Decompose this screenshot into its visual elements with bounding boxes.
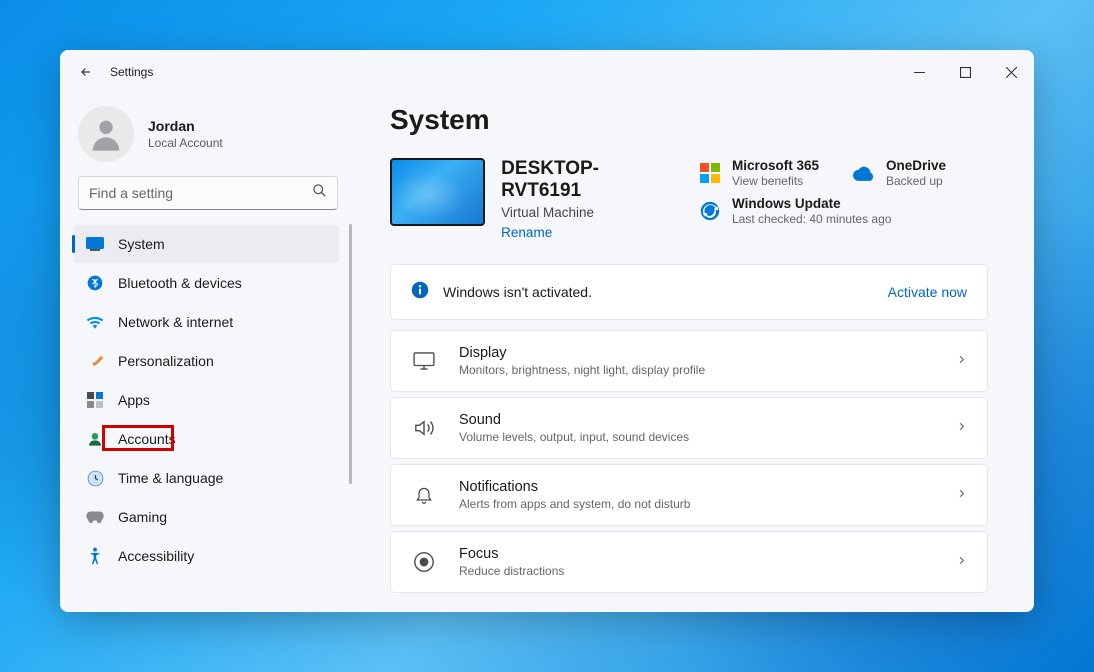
clock-icon (86, 469, 104, 487)
device-type: Virtual Machine (501, 205, 670, 220)
page-title: System (390, 104, 988, 136)
sidebar-item-accounts[interactable]: Accounts (74, 420, 339, 458)
accessibility-icon (86, 547, 104, 565)
nav-label: System (118, 236, 165, 252)
nav-label: Time & language (118, 470, 223, 486)
setting-display[interactable]: Display Monitors, brightness, night light… (390, 330, 988, 392)
tile-sub: Backed up (886, 174, 946, 188)
sound-icon (411, 415, 437, 441)
nav-label: Accounts (118, 431, 176, 447)
gamepad-icon (86, 508, 104, 526)
setting-sub: Reduce distractions (459, 564, 956, 578)
sidebar-item-time[interactable]: Time & language (74, 459, 339, 497)
brush-icon (86, 352, 104, 370)
ms365-icon (698, 161, 722, 185)
wifi-icon (86, 313, 104, 331)
tile-sub: View benefits (732, 174, 819, 188)
user-name: Jordan (148, 118, 223, 134)
setting-title: Notifications (459, 479, 956, 495)
sidebar-item-network[interactable]: Network & internet (74, 303, 339, 341)
sidebar-item-apps[interactable]: Apps (74, 381, 339, 419)
sidebar-item-system[interactable]: System (74, 225, 339, 263)
sidebar-item-bluetooth[interactable]: Bluetooth & devices (74, 264, 339, 302)
setting-title: Sound (459, 412, 956, 428)
rename-link[interactable]: Rename (501, 225, 552, 240)
search-icon (312, 183, 327, 203)
bluetooth-icon (86, 274, 104, 292)
cloud-icon (852, 161, 876, 185)
setting-sound[interactable]: Sound Volume levels, output, input, sound… (390, 397, 988, 459)
bell-icon (411, 482, 437, 508)
tile-onedrive[interactable]: OneDriveBacked up (852, 158, 988, 188)
tile-windows-update[interactable]: Windows UpdateLast checked: 40 minutes a… (698, 196, 988, 226)
tile-title: Microsoft 365 (732, 158, 819, 173)
sidebar-item-accessibility[interactable]: Accessibility (74, 537, 339, 575)
nav-label: Bluetooth & devices (118, 275, 242, 291)
user-type: Local Account (148, 136, 223, 150)
minimize-button[interactable] (896, 56, 942, 88)
setting-sub: Volume levels, output, input, sound devi… (459, 430, 956, 444)
setting-title: Display (459, 345, 956, 361)
system-icon (86, 235, 104, 253)
setting-sub: Alerts from apps and system, do not dist… (459, 497, 956, 511)
setting-focus[interactable]: Focus Reduce distractions (390, 531, 988, 593)
window-title: Settings (110, 65, 153, 79)
user-block[interactable]: Jordan Local Account (60, 102, 356, 176)
update-icon (698, 199, 722, 223)
tile-title: Windows Update (732, 196, 891, 211)
close-button[interactable] (988, 56, 1034, 88)
nav-label: Accessibility (118, 548, 194, 564)
maximize-button[interactable] (942, 56, 988, 88)
tile-title: OneDrive (886, 158, 946, 173)
tile-sub: Last checked: 40 minutes ago (732, 212, 891, 226)
setting-title: Focus (459, 546, 956, 562)
chevron-right-icon (956, 553, 967, 571)
setting-notifications[interactable]: Notifications Alerts from apps and system… (390, 464, 988, 526)
chevron-right-icon (956, 419, 967, 437)
nav-label: Gaming (118, 509, 167, 525)
nav-label: Network & internet (118, 314, 233, 330)
nav-label: Apps (118, 392, 150, 408)
sidebar-item-personalization[interactable]: Personalization (74, 342, 339, 380)
titlebar: Settings (60, 50, 1034, 94)
sidebar-nav: System Bluetooth & devices Network & int… (60, 224, 349, 612)
back-button[interactable] (74, 60, 98, 84)
chevron-right-icon (956, 486, 967, 504)
chevron-right-icon (956, 352, 967, 370)
search-box[interactable] (78, 176, 338, 210)
activate-link[interactable]: Activate now (888, 284, 967, 300)
search-input[interactable] (89, 185, 312, 201)
display-icon (411, 348, 437, 374)
main-content: System DESKTOP-RVT6191 Virtual Machine R… (356, 94, 1034, 612)
setting-sub: Monitors, brightness, night light, displ… (459, 363, 956, 377)
device-thumbnail (390, 158, 485, 226)
device-name: DESKTOP-RVT6191 (501, 158, 670, 202)
avatar (78, 106, 134, 162)
person-icon (86, 430, 104, 448)
activation-banner: Windows isn't activated. Activate now (390, 264, 988, 320)
nav-label: Personalization (118, 353, 214, 369)
device-block: DESKTOP-RVT6191 Virtual Machine Rename (390, 158, 670, 242)
apps-icon (86, 391, 104, 409)
sidebar-item-gaming[interactable]: Gaming (74, 498, 339, 536)
sidebar-scrollbar[interactable] (349, 224, 352, 612)
banner-text: Windows isn't activated. (443, 284, 888, 300)
focus-icon (411, 549, 437, 575)
sidebar: Jordan Local Account System (60, 94, 356, 612)
settings-window: Settings Jordan Local Account (60, 50, 1034, 612)
tile-ms365[interactable]: Microsoft 365View benefits (698, 158, 834, 188)
info-icon (411, 281, 429, 304)
